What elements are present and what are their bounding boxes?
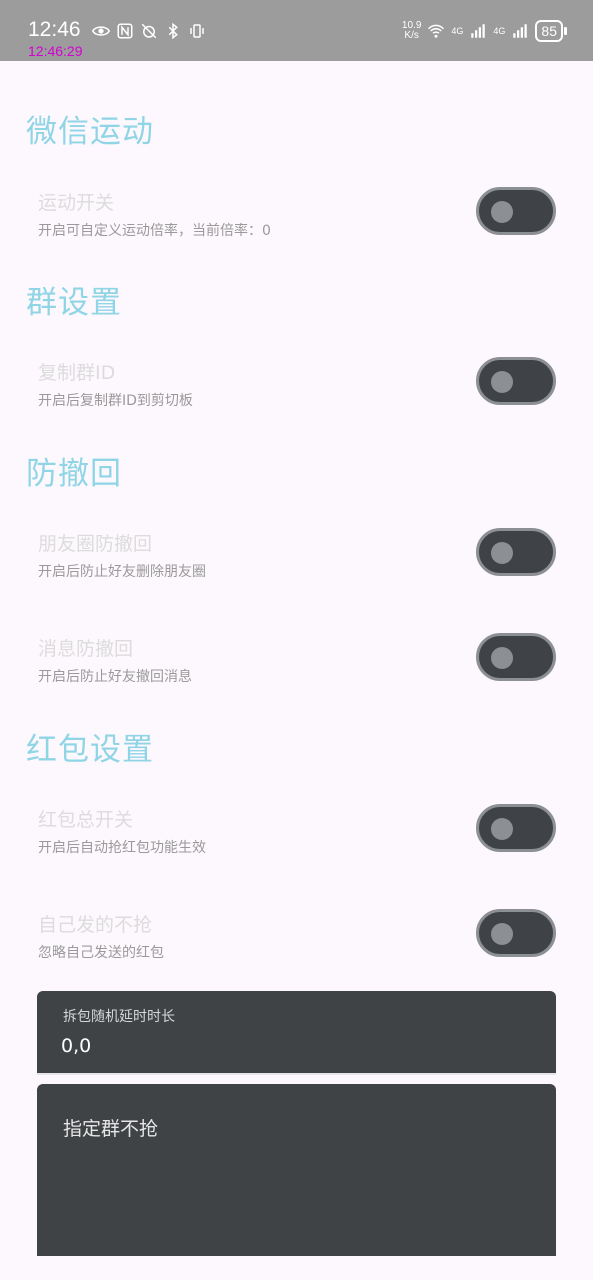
copy-group-id-title: 复制群ID [38,362,116,384]
signal-icon [471,24,486,38]
status-icons-right: 10.9 K/s 4G 4G 85 [402,20,567,42]
toggle-knob [491,923,513,945]
section-title-wechat-sport: 微信运动 [26,114,154,150]
wifi-icon [428,24,445,38]
field-underline [37,1073,556,1075]
battery-indicator: 85 [535,20,567,42]
exclude-groups-field[interactable]: 指定群不抢 [37,1084,556,1256]
alarm-off-icon [141,23,157,39]
bluetooth-icon [168,22,178,40]
copy-group-id-toggle[interactable] [476,357,556,405]
status-time: 12:46 [28,18,81,41]
ignore-self-toggle[interactable] [476,909,556,957]
toggle-knob [491,201,513,223]
red-packet-master-subtitle: 开启后自动抢红包功能生效 [38,840,206,856]
section-title-red-packet: 红包设置 [26,732,154,768]
vibrate-icon [190,24,204,38]
red-packet-master-toggle[interactable] [476,804,556,852]
clock-overlay: 12:46:29 [28,43,83,59]
message-anti-recall-title: 消息防撤回 [38,638,134,660]
red-packet-master-title: 红包总开关 [38,809,134,831]
section-title-anti-recall: 防撤回 [26,456,122,492]
sport-switch-title: 运动开关 [38,192,115,214]
signal1-label: 4G [451,26,464,36]
toggle-knob [491,647,513,669]
delay-input-label: 拆包随机延时时长 [63,1009,175,1025]
toggle-knob [491,371,513,393]
message-anti-recall-toggle[interactable] [476,633,556,681]
nfc-icon [117,23,133,39]
toggle-knob [491,818,513,840]
moments-anti-recall-subtitle: 开启后防止好友删除朋友圈 [38,564,206,580]
copy-group-id-subtitle: 开启后复制群ID到剪切板 [38,393,193,409]
moments-anti-recall-toggle[interactable] [476,528,556,576]
net-speed-unit: K/s [404,30,419,41]
ignore-self-subtitle: 忽略自己发送的红包 [38,945,164,961]
net-speed: 10.9 K/s [402,21,421,41]
delay-input-field[interactable]: 拆包随机延时时长 0,0 [37,991,556,1075]
message-anti-recall-subtitle: 开启后防止好友撤回消息 [38,669,192,685]
ignore-self-title: 自己发的不抢 [38,914,153,936]
status-bar: 12:46 12:46:29 10.9 K/s 4G 4G 85 [0,0,593,61]
delay-input-value[interactable]: 0,0 [61,1035,91,1057]
status-icons-left [92,22,206,40]
eye-icon [92,26,110,36]
signal2-label: 4G [493,26,506,36]
toggle-knob [491,542,513,564]
exclude-groups-label: 指定群不抢 [63,1118,159,1140]
moments-anti-recall-title: 朋友圈防撤回 [38,533,153,555]
section-title-group: 群设置 [26,285,122,321]
signal-icon [513,24,528,38]
sport-switch-toggle[interactable] [476,187,556,235]
sport-switch-subtitle: 开启可自定义运动倍率，当前倍率：0 [38,223,271,239]
